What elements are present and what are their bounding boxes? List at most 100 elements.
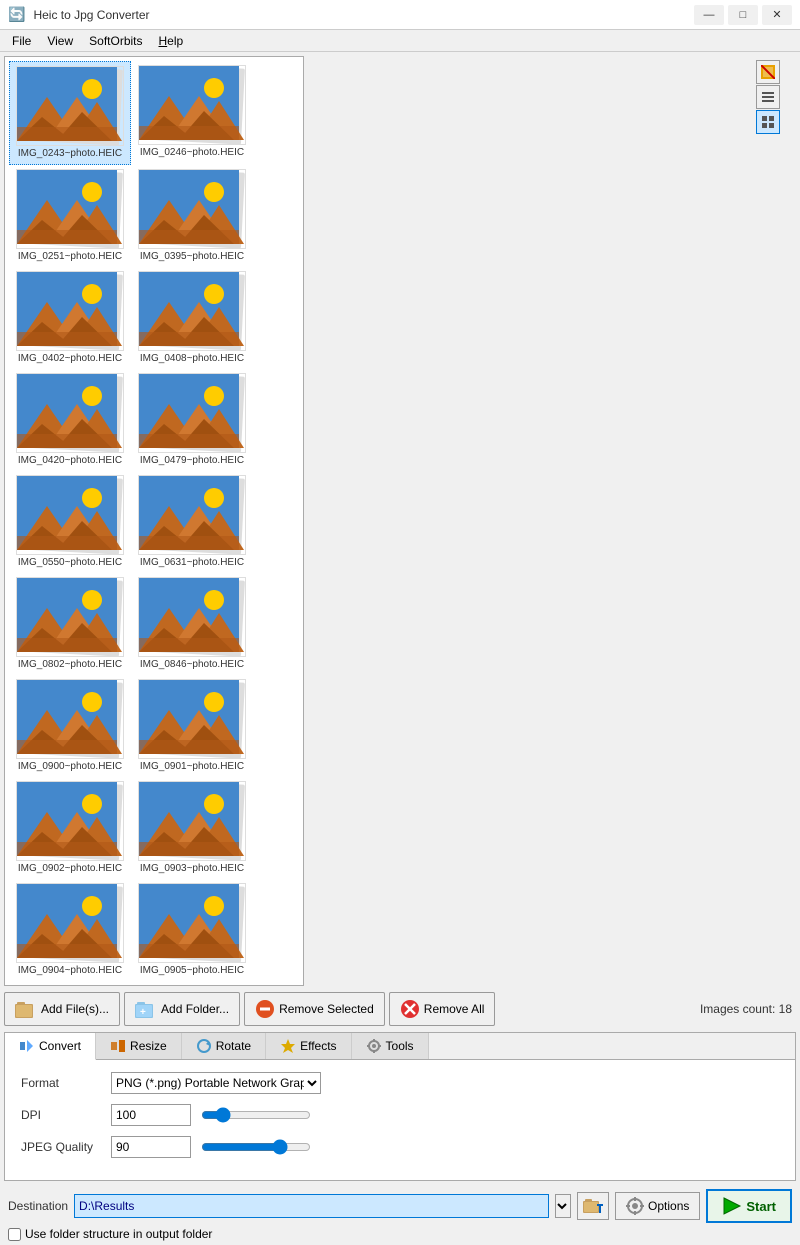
image-grid-wrapper: IMG_0243~photo.HEIC IMG_0246~photo.HEIC xyxy=(4,56,796,986)
image-item[interactable]: IMG_0902~photo.HEIC xyxy=(9,777,131,879)
menu-help[interactable]: Help xyxy=(151,30,192,51)
image-label: IMG_0905~photo.HEIC xyxy=(140,965,244,977)
image-item[interactable]: IMG_0631~photo.HEIC xyxy=(131,471,253,573)
tab-resize[interactable]: Resize xyxy=(96,1033,182,1059)
folder-structure-row: Use folder structure in output folder xyxy=(8,1227,792,1241)
image-thumbnail xyxy=(138,781,246,861)
format-row: Format PNG (*.png) Portable Network Grap… xyxy=(21,1072,779,1094)
image-item[interactable]: IMG_0905~photo.HEIC xyxy=(131,879,253,981)
start-label: Start xyxy=(746,1199,776,1214)
resize-icon xyxy=(110,1038,126,1054)
image-label: IMG_0802~photo.HEIC xyxy=(18,659,122,671)
menu-view[interactable]: View xyxy=(39,30,81,51)
image-thumbnail xyxy=(16,577,124,657)
dpi-input[interactable] xyxy=(111,1104,191,1126)
image-thumbnail xyxy=(16,66,124,146)
format-label: Format xyxy=(21,1076,101,1090)
format-select[interactable]: PNG (*.png) Portable Network Graphics xyxy=(111,1072,321,1094)
view-controls xyxy=(756,60,780,134)
tab-rotate[interactable]: Rotate xyxy=(182,1033,266,1059)
image-item[interactable]: IMG_0904~photo.HEIC xyxy=(9,879,131,981)
image-thumbnail xyxy=(138,883,246,963)
close-button[interactable]: ✕ xyxy=(762,5,792,25)
destination-dropdown[interactable] xyxy=(555,1194,571,1218)
menu-bar: File View SoftOrbits Help xyxy=(0,30,800,52)
image-label: IMG_0479~photo.HEIC xyxy=(140,455,244,467)
image-item[interactable]: IMG_0550~photo.HEIC xyxy=(9,471,131,573)
image-label: IMG_0902~photo.HEIC xyxy=(18,863,122,875)
tab-tools[interactable]: Tools xyxy=(352,1033,429,1059)
image-label: IMG_0251~photo.HEIC xyxy=(18,251,122,263)
image-item[interactable]: IMG_0251~photo.HEIC xyxy=(9,165,131,267)
image-item[interactable]: IMG_0246~photo.HEIC xyxy=(131,61,253,165)
image-label: IMG_0402~photo.HEIC xyxy=(18,353,122,365)
title-bar: 🔄 Heic to Jpg Converter — □ ✕ xyxy=(0,0,800,30)
convert-icon xyxy=(19,1038,35,1054)
image-item[interactable]: IMG_0903~photo.HEIC xyxy=(131,777,253,879)
image-item[interactable]: IMG_0395~photo.HEIC xyxy=(131,165,253,267)
image-thumbnail xyxy=(138,65,246,145)
maximize-button[interactable]: □ xyxy=(728,5,758,25)
image-grid[interactable]: IMG_0243~photo.HEIC IMG_0246~photo.HEIC xyxy=(4,56,304,986)
start-button[interactable]: Start xyxy=(706,1189,792,1223)
image-thumbnail xyxy=(138,169,246,249)
add-files-button[interactable]: Add File(s)... xyxy=(4,992,120,1026)
image-item[interactable]: IMG_0846~photo.HEIC xyxy=(131,573,253,675)
image-label: IMG_0408~photo.HEIC xyxy=(140,353,244,365)
add-folder-label: Add Folder... xyxy=(161,1002,229,1016)
options-button[interactable]: Options xyxy=(615,1192,700,1220)
destination-input[interactable] xyxy=(74,1194,549,1218)
effects-icon xyxy=(280,1038,296,1054)
remove-all-button[interactable]: Remove All xyxy=(389,992,496,1026)
menu-softorbits[interactable]: SoftOrbits xyxy=(81,30,150,51)
image-label: IMG_0246~photo.HEIC xyxy=(140,147,244,159)
remove-all-label: Remove All xyxy=(424,1002,485,1016)
browse-button[interactable] xyxy=(577,1192,609,1220)
folder-structure-checkbox[interactable] xyxy=(8,1228,21,1241)
image-item[interactable]: IMG_0900~photo.HEIC xyxy=(9,675,131,777)
bottom-bar: Destination xyxy=(4,1185,796,1245)
jpeg-quality-slider[interactable] xyxy=(201,1139,311,1155)
menu-file[interactable]: File xyxy=(4,30,39,51)
image-item[interactable]: IMG_0802~photo.HEIC xyxy=(9,573,131,675)
remove-selected-button[interactable]: Remove Selected xyxy=(244,992,385,1026)
add-files-icon xyxy=(15,1000,37,1018)
image-item[interactable]: IMG_0402~photo.HEIC xyxy=(9,267,131,369)
image-thumbnail xyxy=(138,577,246,657)
dpi-row: DPI xyxy=(21,1104,779,1126)
destination-label: Destination xyxy=(8,1199,68,1213)
tab-convert-content: Format PNG (*.png) Portable Network Grap… xyxy=(5,1060,795,1180)
browse-icon xyxy=(583,1197,603,1215)
view-details-button[interactable] xyxy=(756,60,780,84)
jpeg-quality-slider-container xyxy=(201,1139,779,1155)
dpi-slider[interactable] xyxy=(201,1107,311,1123)
add-folder-button[interactable]: + Add Folder... xyxy=(124,992,240,1026)
image-label: IMG_0631~photo.HEIC xyxy=(140,557,244,569)
image-item[interactable]: IMG_0479~photo.HEIC xyxy=(131,369,253,471)
image-label: IMG_0901~photo.HEIC xyxy=(140,761,244,773)
minimize-button[interactable]: — xyxy=(694,5,724,25)
image-item[interactable]: IMG_0243~photo.HEIC xyxy=(9,61,131,165)
remove-all-icon xyxy=(400,999,420,1019)
image-thumbnail xyxy=(138,679,246,759)
app-icon: 🔄 xyxy=(8,6,25,23)
jpeg-quality-row: JPEG Quality xyxy=(21,1136,779,1158)
image-item[interactable]: IMG_0420~photo.HEIC xyxy=(9,369,131,471)
destination-row: Destination xyxy=(8,1189,792,1223)
view-grid-button[interactable] xyxy=(756,110,780,134)
jpeg-quality-input[interactable] xyxy=(111,1136,191,1158)
images-count: Images count: 18 xyxy=(700,1002,796,1016)
rotate-icon xyxy=(196,1038,212,1054)
remove-selected-icon xyxy=(255,999,275,1019)
tab-effects[interactable]: Effects xyxy=(266,1033,351,1059)
image-thumbnail xyxy=(16,781,124,861)
view-list-button[interactable] xyxy=(756,85,780,109)
tab-convert[interactable]: Convert xyxy=(5,1033,96,1060)
window-controls: — □ ✕ xyxy=(694,5,792,25)
image-label: IMG_0395~photo.HEIC xyxy=(140,251,244,263)
image-label: IMG_0846~photo.HEIC xyxy=(140,659,244,671)
image-item[interactable]: IMG_0408~photo.HEIC xyxy=(131,267,253,369)
toolbar: Add File(s)... + Add Folder... Remove Se… xyxy=(4,990,796,1028)
image-item[interactable]: IMG_0901~photo.HEIC xyxy=(131,675,253,777)
dpi-label: DPI xyxy=(21,1108,101,1122)
